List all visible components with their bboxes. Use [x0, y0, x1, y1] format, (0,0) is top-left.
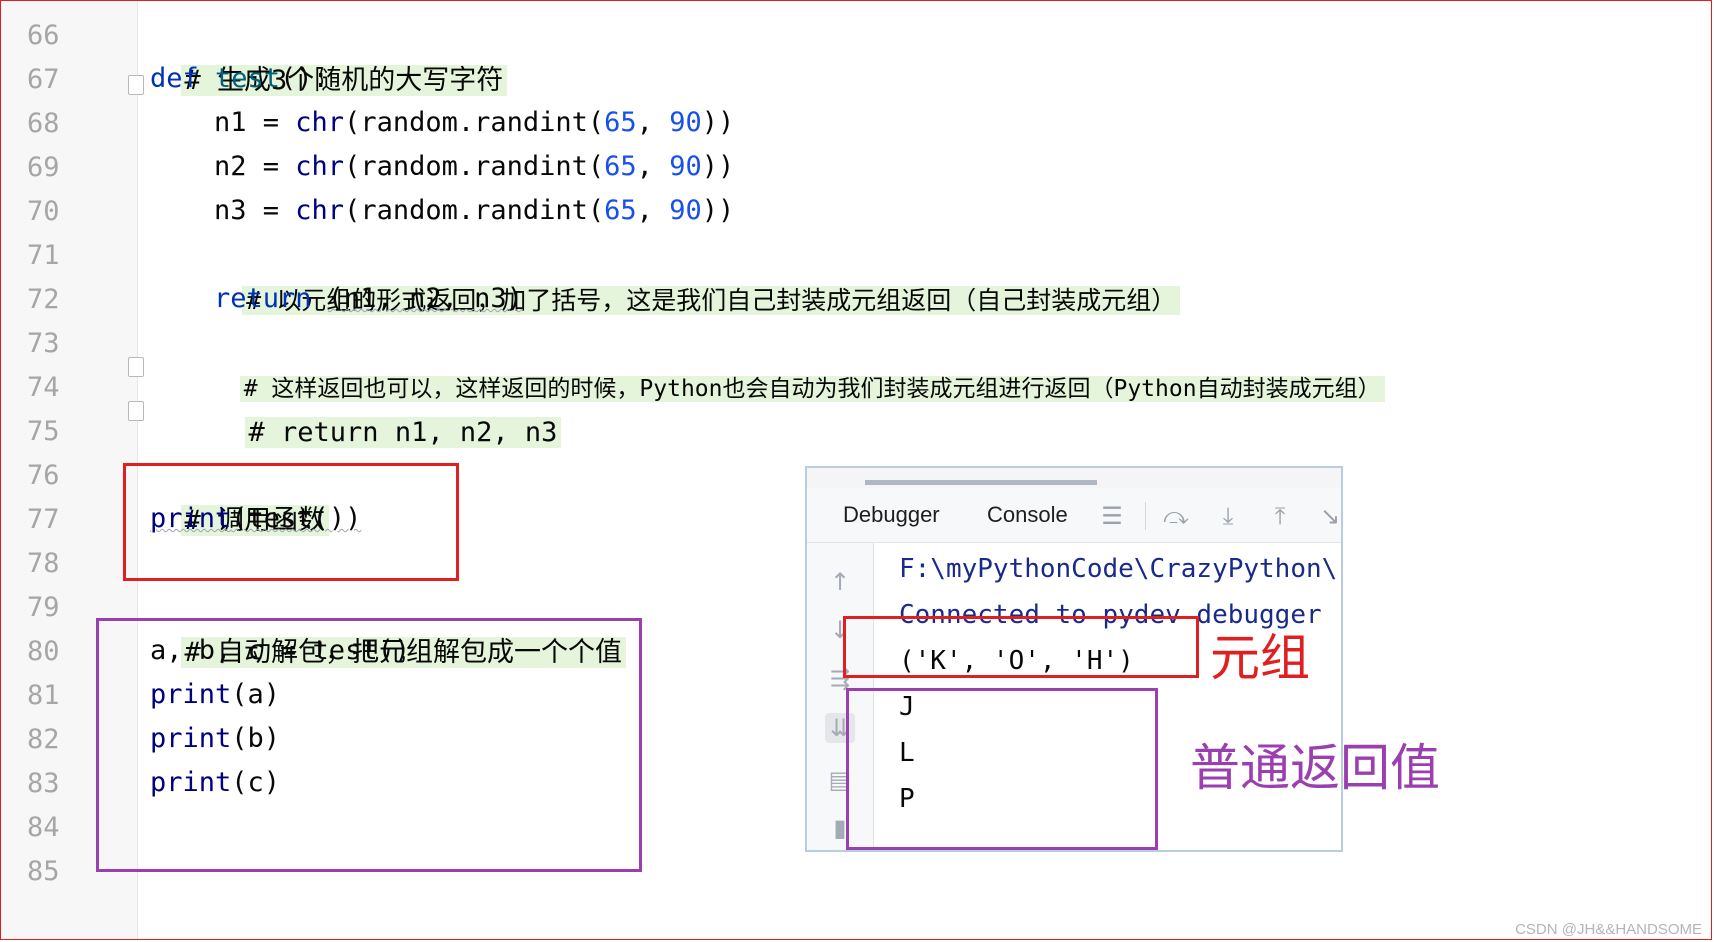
code-line-68[interactable]: n1 = chr(random.randint(65, 90)): [214, 100, 734, 146]
normal-return-annotation-label: 普通返回值: [1190, 739, 1440, 797]
line-number: 83: [27, 768, 60, 799]
code-line-73[interactable]: # 这样返回也可以，这样返回的时候，Python也会自动为我们封装成元组进行返回…: [212, 320, 1385, 402]
code-text: ,: [636, 151, 670, 182]
call-function-highlight-box: [123, 463, 459, 581]
line-number: 78: [27, 548, 60, 579]
tab-debugger[interactable]: Debugger: [843, 488, 940, 542]
line-number: 67: [27, 64, 60, 95]
tuple-annotation-label: 元组: [1210, 629, 1310, 687]
function-name: test: [215, 63, 281, 94]
line-number: 69: [27, 152, 60, 183]
builtin-chr: chr: [295, 195, 345, 226]
step-over-icon[interactable]: ⤼: [1163, 504, 1189, 528]
panel-tab-indicator: [865, 480, 1097, 485]
line-number: 70: [27, 196, 60, 227]
fold-close-icon[interactable]: [128, 401, 144, 421]
code-text: (n1, n2, n3): [327, 283, 523, 314]
line-number: 72: [27, 284, 60, 315]
keyword-return: return: [214, 283, 328, 314]
fold-marker-icon[interactable]: [128, 357, 144, 377]
line-number: 85: [27, 856, 60, 887]
code-line-69[interactable]: n2 = chr(random.randint(65, 90)): [214, 144, 734, 190]
run-to-cursor-icon[interactable]: ↘: [1317, 504, 1341, 528]
line-number: 68: [27, 108, 60, 139]
line-number: 77: [27, 504, 60, 535]
watermark: CSDN @JH&&HANDSOME: [1515, 921, 1702, 938]
step-out-icon[interactable]: ⤒: [1267, 504, 1293, 528]
values-output-highlight-box: [846, 688, 1158, 850]
code-text: ,: [636, 195, 670, 226]
line-number: 73: [27, 328, 60, 359]
up-arrow-icon[interactable]: ↑: [825, 567, 855, 597]
code-line-71[interactable]: # 以元组的形式返回，加了括号，这是我们自己封装成元组返回（自己封装成元组）: [212, 232, 1181, 315]
keyword-def: def: [150, 63, 216, 94]
code-text: (random.randint(: [344, 107, 605, 138]
line-number: 74: [27, 372, 60, 403]
tab-console[interactable]: Console: [987, 488, 1068, 542]
code-text: n2 =: [214, 151, 296, 182]
code-text: n3 =: [214, 195, 296, 226]
builtin-chr: chr: [295, 107, 345, 138]
line-number: 80: [27, 636, 60, 667]
code-text: n1 =: [214, 107, 296, 138]
code-text: ,: [636, 107, 670, 138]
code-text: ():: [280, 63, 329, 94]
number: 90: [669, 151, 702, 182]
code-line-67[interactable]: def test():: [150, 56, 329, 102]
unpack-highlight-box: [96, 618, 642, 872]
tuple-output-highlight-box: [843, 616, 1199, 678]
number: 90: [669, 107, 702, 138]
number: 65: [604, 107, 637, 138]
line-number: 66: [27, 20, 60, 51]
code-text: )): [701, 151, 735, 182]
line-number: 76: [27, 460, 60, 491]
code-line-66[interactable]: # 生成3个随机的大写字符: [148, 12, 508, 96]
number: 65: [604, 151, 637, 182]
fold-open-icon[interactable]: [128, 75, 144, 95]
console-output-line: F:\myPythonCode\CrazyPython\: [899, 554, 1338, 584]
number: 90: [669, 195, 702, 226]
number: 65: [604, 195, 637, 226]
panel-top-strip: [807, 468, 1341, 489]
builtin-chr: chr: [295, 151, 345, 182]
code-text: )): [701, 195, 735, 226]
code-text: (random.randint(: [344, 151, 605, 182]
line-number: 79: [27, 592, 60, 623]
comment: # return n1, n2, n3: [244, 417, 562, 448]
line-number: 81: [27, 680, 60, 711]
line-number: 71: [27, 240, 60, 271]
line-number: 82: [27, 724, 60, 755]
step-into-icon[interactable]: ⤓: [1215, 504, 1241, 528]
code-text: )): [701, 107, 735, 138]
code-line-72[interactable]: return (n1, n2, n3): [214, 276, 523, 322]
line-number: 84: [27, 812, 60, 843]
code-text: (random.randint(: [344, 195, 605, 226]
toolbar-divider: [1145, 502, 1146, 530]
code-line-74[interactable]: # return n1, n2, n3: [212, 364, 562, 448]
debug-tab-bar: Debugger Console ☰ ⤼ ⤓ ⤒ ↘: [807, 488, 1341, 543]
menu-icon[interactable]: ☰: [1099, 504, 1125, 528]
line-number: 75: [27, 416, 60, 447]
code-line-70[interactable]: n3 = chr(random.randint(65, 90)): [214, 188, 734, 234]
